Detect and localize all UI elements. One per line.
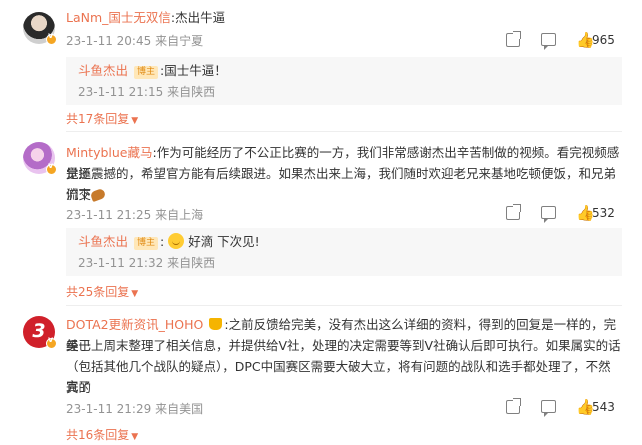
like-count: 965 xyxy=(592,33,615,47)
drumstick-emoji-icon xyxy=(89,187,107,203)
comment-text: 杰出牛逼 xyxy=(175,10,226,25)
more-replies-label: 共25条回复 xyxy=(66,285,130,299)
share-icon[interactable] xyxy=(506,31,521,47)
chevron-down-icon: ▼ xyxy=(131,432,139,442)
comment-icon[interactable] xyxy=(541,33,556,50)
comment-time: 23-1-11 21:25 xyxy=(66,208,152,222)
reply-username[interactable]: 斗鱼杰出 xyxy=(78,63,128,78)
reply-text: 国士牛逼！ xyxy=(164,63,227,78)
more-replies-link[interactable]: 共25条回复 ▼ xyxy=(66,283,138,300)
comment-location: 来自宁夏 xyxy=(155,34,204,48)
comment-time: 23-1-11 21:29 xyxy=(66,402,152,416)
verified-badge-icon xyxy=(46,161,57,175)
share-icon[interactable] xyxy=(506,398,521,414)
chevron-down-icon: ▼ xyxy=(131,116,139,126)
more-replies-link[interactable]: 共16条回复 ▼ xyxy=(66,426,138,443)
reply-box: 斗鱼杰出 博主:国士牛逼！ 23-1-11 21:15 来自陕西 xyxy=(66,57,622,105)
divider xyxy=(66,305,622,306)
comment-username[interactable]: LaNm_国士无双信 xyxy=(66,10,171,25)
more-replies-label: 共17条回复 xyxy=(66,112,130,126)
comment-icon[interactable] xyxy=(541,400,556,417)
comment-location: 来自上海 xyxy=(155,208,204,222)
reply-location: 来自陕西 xyxy=(167,85,216,99)
comment-icon[interactable] xyxy=(541,206,556,223)
reply-time: 23-1-11 21:15 xyxy=(78,85,164,99)
comment-location: 来自美国 xyxy=(155,402,204,416)
crown-icon xyxy=(209,318,223,330)
reply-time: 23-1-11 21:32 xyxy=(78,256,164,270)
verified-badge-icon xyxy=(46,31,57,45)
blogger-badge: 博主 xyxy=(134,237,159,250)
more-replies-link[interactable]: 共17条回复 ▼ xyxy=(66,110,138,127)
comment-text-line3: 流下 xyxy=(66,187,92,202)
reply-username[interactable]: 斗鱼杰出 xyxy=(78,234,128,249)
comment-text-line4: 完了 xyxy=(66,379,92,394)
like-count: 532 xyxy=(592,206,615,220)
blogger-badge: 博主 xyxy=(134,66,159,79)
separator: : xyxy=(160,234,165,249)
reply-text: 好滴 下次见! xyxy=(188,234,260,249)
reply-location: 来自陕西 xyxy=(167,256,216,270)
chevron-down-icon: ▼ xyxy=(131,289,139,299)
reply-box: 斗鱼杰出 博主: 好滴 下次见! 23-1-11 21:32 来自陕西 xyxy=(66,228,622,276)
like-count: 543 xyxy=(592,400,615,414)
more-replies-label: 共16条回复 xyxy=(66,428,130,442)
share-icon[interactable] xyxy=(506,204,521,220)
comment-username[interactable]: DOTA2更新资讯_HOHO xyxy=(66,317,203,332)
comment-time: 23-1-11 20:45 xyxy=(66,34,152,48)
divider xyxy=(66,131,622,132)
verified-badge-icon xyxy=(46,335,57,349)
smile-emoji-icon xyxy=(168,233,185,249)
comment-text-line2: 经于上周末整理了相关信息，并提供给V社，处理的决定需要等到V社确认后即可执行。如… xyxy=(66,338,621,353)
comment-username[interactable]: Mintyblue藏马 xyxy=(66,145,153,160)
